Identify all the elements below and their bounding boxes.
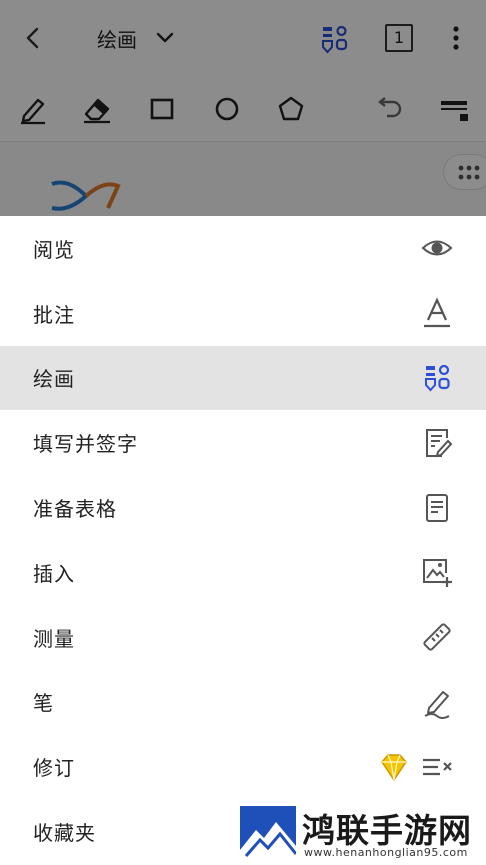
menu-item-label: 测量 <box>33 626 75 651</box>
menu-item-annotate[interactable]: 批注 <box>0 281 486 346</box>
watermark-logo-icon <box>240 806 296 862</box>
pen-icon <box>420 685 454 719</box>
watermark-title: 鸿联手游网 <box>302 811 472 850</box>
eye-icon <box>420 231 454 265</box>
document-viewer: 绘画 1 <box>0 0 486 216</box>
fill-sign-icon <box>420 426 454 460</box>
menu-item-label: 批注 <box>33 302 75 327</box>
menu-item-redact[interactable]: 修订 <box>0 734 486 799</box>
menu-item-label: 修订 <box>33 756 75 781</box>
insert-image-icon <box>420 555 454 589</box>
redact-icon <box>420 750 454 784</box>
menu-item-label: 填写并签字 <box>33 432 138 457</box>
menu-item-view[interactable]: 阅览 <box>0 216 486 281</box>
menu-item-label: 插入 <box>33 561 75 586</box>
site-watermark: 鸿联手游网 www.henanhonglian95.com <box>238 802 486 865</box>
menu-item-label: 绘画 <box>33 367 75 392</box>
menu-item-pen[interactable]: 笔 <box>0 670 486 735</box>
menu-item-fill-sign[interactable]: 填写并签字 <box>0 410 486 475</box>
form-icon <box>420 491 454 525</box>
watermark-url: www.henanhonglian95.com <box>304 846 468 859</box>
ruler-icon <box>420 620 454 654</box>
draw-mode-icon <box>420 361 454 395</box>
menu-item-insert[interactable]: 插入 <box>0 540 486 605</box>
menu-item-label: 收藏夹 <box>33 821 96 846</box>
annotate-text-icon <box>420 296 454 330</box>
menu-item-prepare-form[interactable]: 准备表格 <box>0 475 486 540</box>
menu-item-measure[interactable]: 测量 <box>0 605 486 670</box>
mode-menu-sheet: 阅览 批注 绘画 填写并签字 准备表格 插入 测量 笔 修订 收藏夹 <box>0 216 486 865</box>
menu-item-label: 笔 <box>33 691 54 716</box>
modal-scrim[interactable] <box>0 0 486 216</box>
premium-diamond-icon <box>377 750 411 784</box>
menu-item-label: 准备表格 <box>33 497 117 522</box>
menu-item-draw[interactable]: 绘画 <box>0 345 486 411</box>
menu-item-label: 阅览 <box>33 237 75 262</box>
